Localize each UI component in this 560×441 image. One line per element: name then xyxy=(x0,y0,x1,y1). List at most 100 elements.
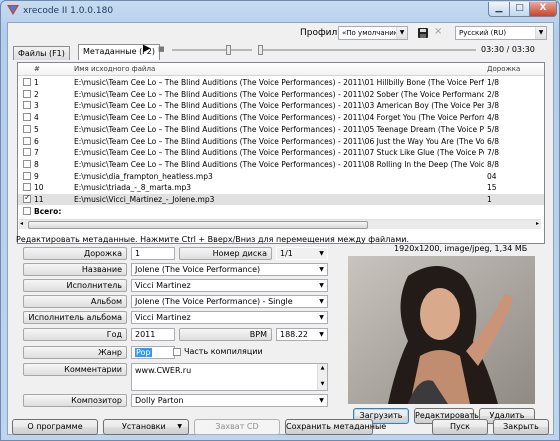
row-track: 04 xyxy=(487,171,497,181)
list-item[interactable]: 8 E:\music\Team Cee Lo – The Blind Auditi… xyxy=(18,159,544,170)
comments-scrollbar[interactable]: ▲ ▼ xyxy=(317,364,327,390)
close-window-button[interactable]: X xyxy=(529,2,557,17)
profile-select[interactable]: «По умолчанию» ▼ xyxy=(338,26,408,40)
row-checkbox[interactable] xyxy=(23,159,31,168)
row-track: 2/8 xyxy=(487,89,500,99)
play-button[interactable]: ▶ xyxy=(143,43,151,54)
title-label-button[interactable]: Название xyxy=(23,263,127,276)
row-track: 8/8 xyxy=(487,159,500,169)
list-item[interactable]: 2 E:\music\Team Cee Lo – The Blind Auditi… xyxy=(18,89,544,100)
chevron-down-icon: ▼ xyxy=(319,314,324,321)
chevron-down-icon: ▼ xyxy=(319,282,324,289)
minimize-button[interactable]: ▁ xyxy=(488,2,510,17)
disc-select[interactable]: 1/1 ▼ xyxy=(276,247,328,260)
row-filename: E:\music\Team Cee Lo – The Blind Auditio… xyxy=(74,78,484,87)
album-select[interactable]: Jolene (The Voice Performance) - Single … xyxy=(131,295,328,308)
about-button[interactable]: О программе xyxy=(12,419,98,435)
list-item[interactable]: 6 E:\music\Team Cee Lo – The Blind Auditi… xyxy=(18,136,544,147)
track-label-button[interactable]: Дорожка xyxy=(23,247,127,260)
close-button[interactable]: Закрыть xyxy=(493,419,549,435)
profile-label: Профиль xyxy=(300,28,343,38)
row-checkbox[interactable] xyxy=(23,148,31,157)
position-slider-thumb[interactable] xyxy=(258,45,263,55)
artist-value: Vicci Martinez xyxy=(135,281,191,290)
compilation-label: Часть компиляции xyxy=(184,347,263,356)
language-select[interactable]: Русский (RU) ▼ xyxy=(455,26,547,40)
settings-button[interactable]: Установки ▼ xyxy=(103,419,189,435)
column-header-number[interactable]: # xyxy=(34,65,40,73)
scroll-left-icon[interactable]: ◂ xyxy=(20,220,23,227)
comments-value: www.CWER.ru xyxy=(135,366,192,375)
scrollbar-thumb[interactable] xyxy=(28,221,368,229)
stop-button[interactable]: ■ xyxy=(158,45,165,53)
row-track: 6/8 xyxy=(487,136,500,146)
artist-select[interactable]: Vicci Martinez ▼ xyxy=(131,279,328,292)
title-select[interactable]: Jolene (The Voice Performance) ▼ xyxy=(131,263,328,276)
row-filename: E:\music\Team Cee Lo – The Blind Auditio… xyxy=(74,124,484,134)
disc-label-button[interactable]: Номер диска xyxy=(179,247,272,260)
volume-slider[interactable] xyxy=(172,45,252,55)
file-list[interactable]: # Имя исходного файла Дорожка 1 E:\music\… xyxy=(17,62,545,244)
close-x-icon[interactable]: × xyxy=(434,26,442,37)
list-item[interactable]: 5 E:\music\Team Cee Lo – The Blind Auditi… xyxy=(18,124,544,135)
list-item[interactable]: 3 E:\music\Team Cee Lo – The Blind Auditi… xyxy=(18,100,544,111)
title-bar[interactable]: xrecode II 1.0.0.180 ▁ □ X xyxy=(1,1,559,21)
row-checkbox[interactable] xyxy=(23,89,31,98)
list-item[interactable]: 7 E:\music\Team Cee Lo – The Blind Auditi… xyxy=(18,147,544,158)
capture-cd-button[interactable]: Захват CD xyxy=(194,419,280,435)
genre-input[interactable]: Pop xyxy=(131,346,175,359)
row-number: 11 xyxy=(34,195,44,204)
row-checkbox[interactable] xyxy=(23,183,31,192)
row-checkbox[interactable] xyxy=(23,193,31,203)
composer-select[interactable]: Dolly Parton ▼ xyxy=(131,394,328,407)
composer-label-button[interactable]: Композитор xyxy=(23,394,127,407)
list-item[interactable]: 10 E:\music\triada_-_8_marta.mp3 15 xyxy=(18,182,544,193)
chevron-down-icon: ▼ xyxy=(319,331,324,338)
bpm-select[interactable]: 188.22 ▼ xyxy=(276,328,328,341)
list-item[interactable]: 11 E:\music\Vicci_Martinez_-_Jolene.mp3 1 xyxy=(18,193,544,205)
scroll-right-icon[interactable]: ▸ xyxy=(536,220,539,227)
genre-label-button[interactable]: Жанр xyxy=(23,346,127,359)
row-checkbox[interactable] xyxy=(23,113,31,122)
column-header-track[interactable]: Дорожка xyxy=(487,65,520,73)
album-value: Jolene (The Voice Performance) - Single xyxy=(135,297,293,306)
row-checkbox[interactable] xyxy=(23,171,31,180)
column-header-filename[interactable]: Имя исходного файла xyxy=(74,65,155,73)
comments-textarea[interactable]: www.CWER.ru ▲ ▼ xyxy=(131,363,328,391)
row-track: 4/8 xyxy=(487,113,500,123)
chevron-down-icon: ▼ xyxy=(319,266,324,273)
list-item[interactable]: 4 E:\music\Team Cee Lo – The Blind Auditi… xyxy=(18,112,544,123)
row-checkbox[interactable] xyxy=(23,78,31,86)
row-checkbox[interactable] xyxy=(23,101,31,110)
start-button[interactable]: Пуск xyxy=(432,419,488,435)
maximize-button[interactable]: □ xyxy=(509,2,530,17)
position-slider[interactable] xyxy=(258,45,476,55)
horizontal-scrollbar[interactable]: ◂ ▸ xyxy=(19,219,541,229)
year-label-button[interactable]: Год xyxy=(23,328,127,341)
tab-files[interactable]: Файлы (F1) xyxy=(13,46,70,60)
save-metadata-button[interactable]: Сохранить метаданные xyxy=(285,419,386,435)
album-artist-select[interactable]: Vicci Martinez ▼ xyxy=(131,311,328,324)
select-all-checkbox[interactable] xyxy=(23,207,31,215)
row-checkbox[interactable] xyxy=(23,136,31,145)
row-checkbox[interactable] xyxy=(23,124,31,133)
title-value: Jolene (The Voice Performance) xyxy=(135,265,261,274)
row-number: 7 xyxy=(34,148,39,158)
album-artist-label-button[interactable]: Исполнитель альбома xyxy=(23,311,127,324)
year-input[interactable]: 2011 xyxy=(131,328,175,341)
row-filename: E:\music\Team Cee Lo – The Blind Auditio… xyxy=(74,136,484,146)
compilation-checkbox[interactable] xyxy=(173,348,181,356)
track-input[interactable]: 1 xyxy=(131,247,175,260)
list-item[interactable]: 1 E:\music\Team Cee Lo – The Blind Auditi… xyxy=(18,77,544,88)
list-item[interactable]: 9 E:\music\dia_frampton_heatless.mp3 04 xyxy=(18,171,544,182)
comments-label-button[interactable]: Комментарии xyxy=(23,363,127,376)
bpm-label-button[interactable]: BPM xyxy=(179,328,272,341)
artist-label-button[interactable]: Исполнитель xyxy=(23,279,127,292)
window-title: xrecode II 1.0.0.180 xyxy=(23,6,114,16)
row-number: 3 xyxy=(34,101,39,111)
language-value: Русский (RU) xyxy=(459,29,507,37)
total-row: Всего: xyxy=(18,206,544,217)
volume-slider-thumb[interactable] xyxy=(226,45,231,55)
floppy-disk-icon[interactable] xyxy=(418,28,428,38)
album-label-button[interactable]: Альбом xyxy=(23,295,127,308)
